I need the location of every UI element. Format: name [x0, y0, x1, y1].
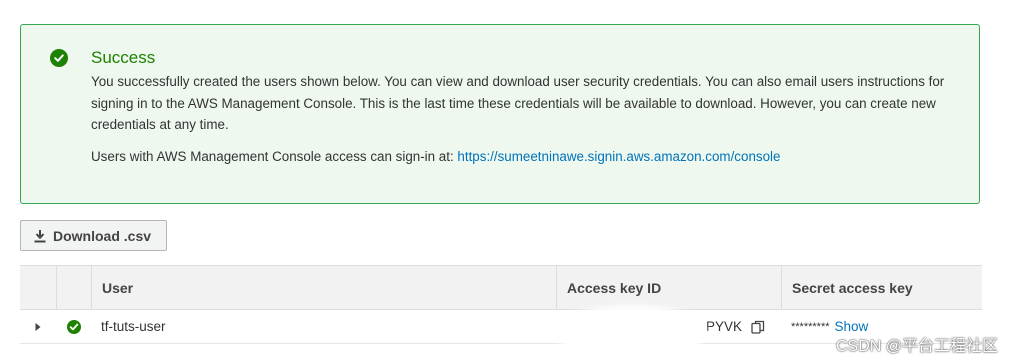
column-header-access-key-id[interactable]: Access key ID	[556, 266, 781, 309]
column-header-user[interactable]: User	[91, 266, 556, 309]
access-key-id-cell: PYVK	[706, 310, 765, 343]
success-alert: Success You successfully created the use…	[20, 24, 980, 204]
expand-row-icon[interactable]	[34, 310, 42, 343]
signin-line: Users with AWS Management Console access…	[91, 149, 780, 164]
download-label: Download .csv	[53, 227, 152, 244]
secret-masked-value: *********	[791, 320, 830, 333]
column-header-secret-access-key[interactable]: Secret access key	[781, 266, 982, 309]
check-circle-icon	[67, 310, 81, 343]
table-header: User Access key ID Secret access key	[20, 265, 982, 310]
status-column-header	[56, 266, 91, 309]
signin-prefix: Users with AWS Management Console access…	[91, 149, 458, 164]
alert-title: Success	[91, 48, 156, 67]
redaction-mask	[556, 306, 706, 358]
download-icon	[33, 229, 47, 243]
watermark: CSDN @平台工程社区	[835, 338, 998, 355]
expand-column-header	[20, 266, 56, 309]
access-key-id-value: PYVK	[706, 319, 743, 334]
console-signin-link[interactable]: https://sumeetninawe.signin.aws.amazon.c…	[457, 149, 780, 164]
user-name-cell: tf-tuts-user	[101, 319, 166, 334]
alert-message: You successfully created the users shown…	[91, 74, 945, 132]
download-csv-button[interactable]: Download .csv	[20, 220, 167, 251]
check-circle-icon	[50, 49, 68, 67]
copy-icon[interactable]	[751, 320, 765, 334]
